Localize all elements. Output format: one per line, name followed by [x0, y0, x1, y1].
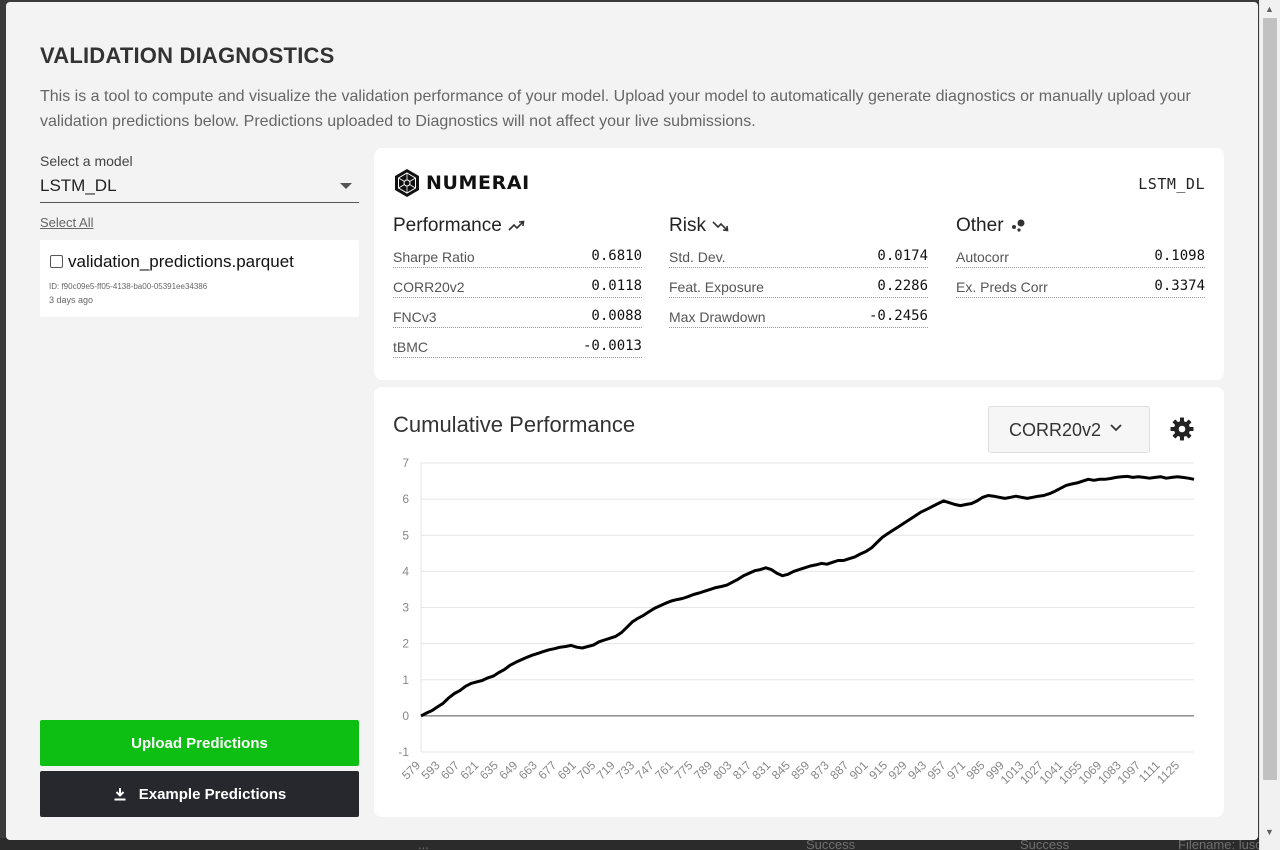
scroll-up-arrow[interactable]: ▲ — [1265, 4, 1274, 14]
metric-row-tbmc: tBMC -0.0013 — [393, 328, 642, 358]
metric-label: Feat. Exposure — [669, 279, 764, 295]
metric-row-autocorr: Autocorr 0.1098 — [956, 238, 1205, 268]
other-title: Other — [956, 215, 1004, 236]
metric-value: 0.2286 — [877, 278, 928, 294]
metric-value: -0.2456 — [868, 308, 928, 324]
y-tick-label: 7 — [402, 456, 409, 470]
metric-row-ex-preds-corr: Ex. Preds Corr 0.3374 — [956, 268, 1205, 298]
model-select-label: Select a model — [40, 153, 133, 169]
chart-metric-dropdown[interactable]: CORR20v2 — [988, 406, 1150, 453]
metric-label: FNCv3 — [393, 309, 437, 325]
select-all-link[interactable]: Select All — [40, 215, 93, 230]
performance-heading: Performance — [393, 214, 642, 238]
file-name: validation_predictions.parquet — [68, 252, 294, 271]
file-checkbox[interactable] — [50, 255, 63, 268]
backdrop-status: Success — [806, 837, 856, 850]
backdrop-status: Success — [1020, 837, 1070, 850]
cumulative-performance-card: Cumulative Performance CORR20v2 -1 0 1 2 3 4 5… — [374, 387, 1224, 817]
metric-value: 0.3374 — [1154, 278, 1205, 294]
metric-value: 0.1098 — [1154, 248, 1205, 264]
example-predictions-label: Example Predictions — [138, 785, 287, 803]
diagnostics-modal: VALIDATION DIAGNOSTICS This is a tool to… — [6, 2, 1258, 840]
metric-row-feat-exposure: Feat. Exposure 0.2286 — [669, 268, 928, 298]
scroll-down-arrow[interactable]: ▼ — [1265, 827, 1274, 837]
page-description: This is a tool to compute and visualize … — [40, 88, 1191, 130]
y-tick-label: 5 — [402, 528, 409, 542]
y-tick-label: 0 — [402, 709, 409, 723]
metric-row-std-dev: Std. Dev. 0.0174 — [669, 238, 928, 268]
trending-up-icon — [508, 220, 525, 231]
upload-predictions-button[interactable]: Upload Predictions — [40, 720, 359, 766]
chart-title: Cumulative Performance — [393, 412, 636, 437]
caret-down-icon — [340, 183, 352, 189]
risk-title: Risk — [669, 215, 706, 236]
backdrop-filename: Filename: lusc — [1178, 837, 1262, 850]
y-tick-label: 4 — [402, 564, 409, 578]
metric-value: -0.0013 — [582, 338, 642, 354]
metric-label: Autocorr — [956, 249, 1009, 265]
metric-label: CORR20v2 — [393, 279, 465, 295]
backdrop-text: ... — [418, 837, 429, 850]
model-name: LSTM_DL — [1138, 175, 1205, 193]
other-heading: Other — [956, 214, 1205, 238]
y-tick-label: 6 — [402, 492, 409, 506]
numerai-logo: NUMERAI — [392, 168, 530, 198]
metric-row-corr20v2: CORR20v2 0.0118 — [393, 268, 642, 298]
metric-row-sharpe: Sharpe Ratio 0.6810 — [393, 238, 642, 268]
x-tick-label: 1125 — [1154, 758, 1182, 786]
performance-group: Performance Sharpe Ratio 0.6810 CORR20v2 0… — [393, 214, 642, 358]
file-id: ID: f90c09e5-ff05-4138-ba00-05391ee34386 — [49, 282, 208, 291]
metric-row-fncv3: FNCv3 0.0088 — [393, 298, 642, 328]
y-tick-label: 3 — [402, 601, 409, 615]
scatter-dots-icon — [1011, 219, 1025, 232]
metric-label: Max Drawdown — [669, 309, 766, 325]
scrollbar-thumb[interactable] — [1263, 18, 1277, 780]
performance-title: Performance — [393, 215, 502, 236]
model-select-value: LSTM_DL — [40, 176, 117, 195]
y-tick-label: 1 — [402, 673, 409, 687]
risk-group: Risk Std. Dev. 0.0174 Feat. Exposure 0.228… — [669, 214, 928, 328]
numerai-wordmark: NUMERAI — [426, 172, 530, 194]
metric-value: 0.6810 — [591, 248, 642, 264]
metrics-card: NUMERAI LSTM_DL Performance Sharpe Ratio… — [374, 148, 1224, 380]
upload-predictions-label: Upload Predictions — [131, 734, 268, 752]
metric-value: 0.0174 — [877, 248, 928, 264]
example-predictions-button[interactable]: Example Predictions — [40, 771, 359, 817]
metric-value: 0.0088 — [591, 308, 642, 324]
y-tick-label: 2 — [402, 637, 409, 651]
page-scrollbar[interactable]: ▲ ▼ — [1259, 0, 1280, 850]
metric-label: Ex. Preds Corr — [956, 279, 1048, 295]
metric-label: Sharpe Ratio — [393, 249, 475, 265]
chart-metric-value: CORR20v2 — [1009, 420, 1102, 440]
cumulative-performance-chart: -101234567579593607621635649663677691705… — [398, 456, 1195, 787]
prediction-file-card[interactable]: validation_predictions.parquet ID: f90c0… — [40, 240, 359, 317]
page-title: VALIDATION DIAGNOSTICS — [40, 43, 335, 68]
risk-heading: Risk — [669, 214, 928, 238]
model-select[interactable]: LSTM_DL — [40, 172, 359, 203]
chevron-down-icon — [1110, 424, 1122, 432]
other-group: Other Autocorr 0.1098 Ex. Preds Corr 0.337… — [956, 214, 1205, 298]
download-icon — [114, 788, 126, 801]
numerai-logo-icon — [395, 169, 419, 197]
metric-label: Std. Dev. — [669, 249, 726, 265]
gear-icon[interactable] — [1170, 417, 1194, 441]
metric-label: tBMC — [393, 339, 428, 355]
file-timestamp: 3 days ago — [49, 295, 94, 305]
metric-value: 0.0118 — [591, 278, 642, 294]
trending-down-icon — [712, 221, 729, 232]
y-tick-label: -1 — [398, 745, 409, 759]
metric-row-max-drawdown: Max Drawdown -0.2456 — [669, 298, 928, 328]
